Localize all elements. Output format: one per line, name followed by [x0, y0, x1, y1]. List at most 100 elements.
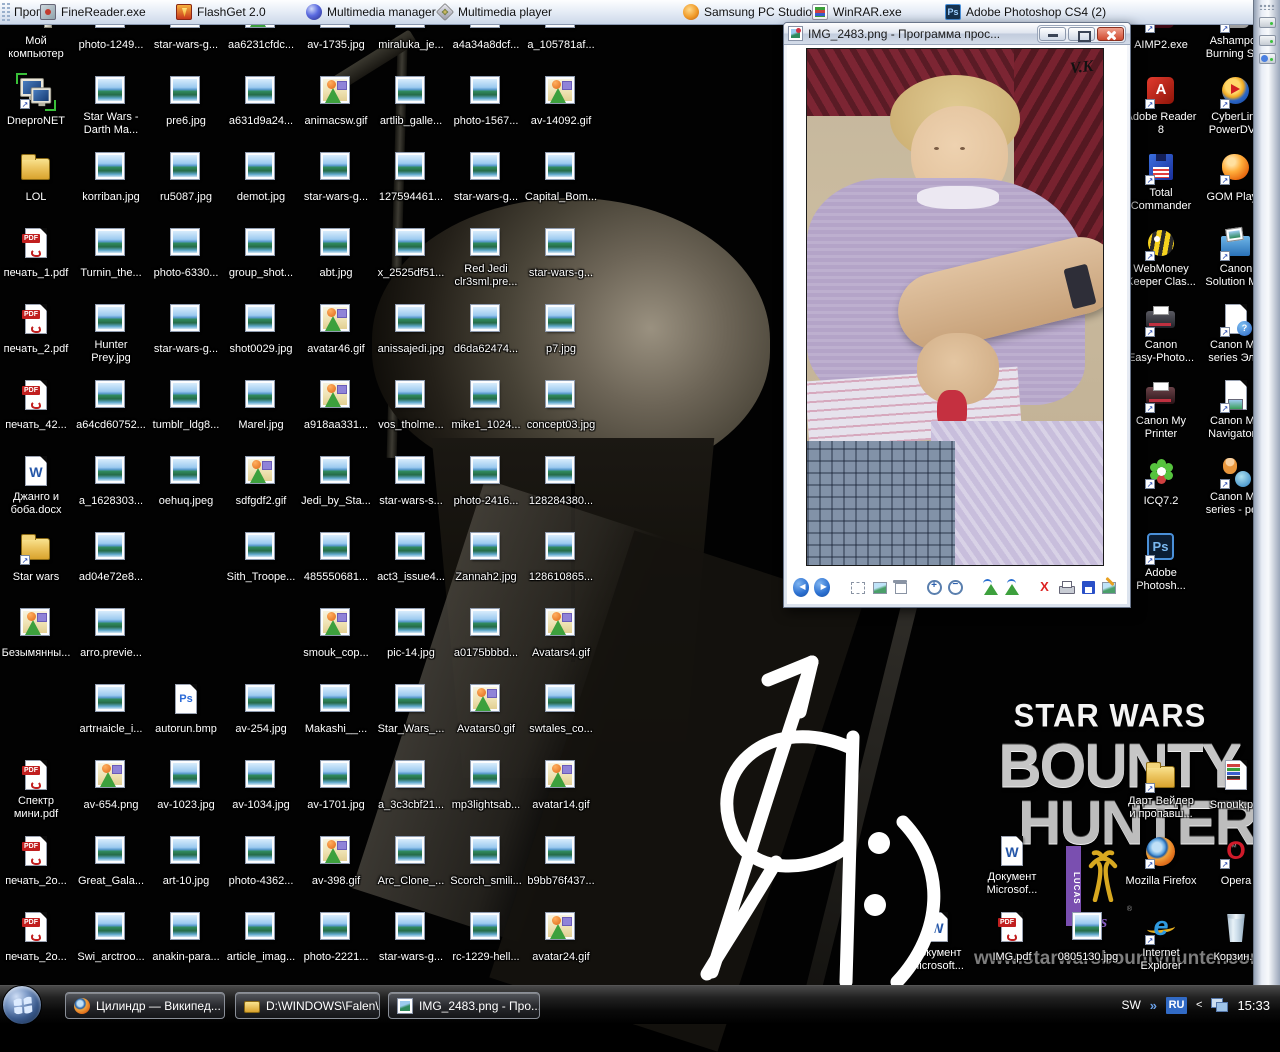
desktop-icon-label: korriban.jpg [82, 191, 139, 204]
canon-photo-icon [1143, 303, 1179, 337]
desktop-icon-jpg[interactable]: b9bb76f437... [516, 835, 606, 889]
maximize-button[interactable] [1068, 27, 1095, 41]
quicklaunch-winrar[interactable]: WinRAR.exe [812, 4, 902, 20]
actual-size-button[interactable] [870, 578, 886, 597]
hide-icons-arrow[interactable]: < [1196, 999, 1202, 1011]
desktop-icon-label: ICQ7.2 [1144, 495, 1179, 508]
quicklaunch-flashget[interactable]: FlashGet 2.0 [176, 4, 266, 20]
taskbar-task-firefox[interactable]: Цилиндр — Википед... [65, 992, 225, 1019]
quicklaunch-photoshop[interactable]: Adobe Photoshop CS4 (2) [945, 4, 1106, 20]
window-controls [1037, 25, 1126, 43]
desktop-icon-label: a_105781af... [527, 39, 594, 52]
taskbar-task-viewer[interactable]: IMG_2483.png - Про... [388, 992, 540, 1019]
opera-icon: O [1218, 835, 1254, 869]
dock-grip[interactable] [1259, 4, 1275, 10]
quicklaunch-mm-player[interactable]: Multimedia player [437, 4, 552, 20]
desktop-icon-jpg[interactable]: 128610865... [516, 531, 606, 585]
viewer-icon [397, 998, 413, 1014]
jpg-icon [93, 911, 129, 945]
print-button[interactable] [1057, 578, 1073, 597]
firefox-icon [74, 998, 90, 1014]
desktop-icon-label: swtales_co... [529, 723, 593, 736]
drive-doc-icon[interactable] [1259, 53, 1276, 64]
desktop-icon-label: Джанго и боба.docx [11, 491, 62, 517]
gif-icon [18, 607, 54, 641]
delete-button[interactable] [1036, 578, 1052, 597]
pdf-icon: PDF [994, 911, 1030, 945]
jpg-icon [393, 759, 429, 793]
desktop-icon-jpg[interactable]: arro.previe... [66, 607, 156, 661]
canon-printer-icon [1143, 379, 1179, 413]
start-button[interactable] [2, 985, 42, 1025]
desktop-icon-label: AIMP2.exe [1134, 39, 1188, 52]
minimize-button[interactable] [1039, 27, 1066, 41]
close-button[interactable] [1097, 27, 1124, 41]
next-image-button[interactable] [814, 578, 830, 597]
desktop-icon-label: Zannah2.jpg [455, 571, 516, 584]
gif-icon [468, 683, 504, 717]
quicklaunch-samsung[interactable]: Samsung PC Studio 3 [683, 4, 822, 20]
desktop-icon-label: Mozilla Firefox [1126, 875, 1197, 888]
desktop-icon-jpg[interactable]: Capital_Bom... [516, 151, 606, 205]
toolbar-grip[interactable] [7, 3, 10, 21]
desktop-icon-label: av-1701.jpg [307, 799, 365, 812]
language-indicator[interactable]: RU [1166, 997, 1187, 1014]
desktop-icon-label: Спектр мини.pdf [14, 795, 58, 821]
desktop-icon-jpg[interactable]: ad04e72e8... [66, 531, 156, 585]
desktop-icon-label: abt.jpg [319, 267, 352, 280]
jpg-icon [318, 227, 354, 261]
desktop-icon-label: 0805130.jpg [1058, 951, 1119, 964]
taskbar-clock[interactable]: 15:33 [1237, 998, 1270, 1013]
jpg-icon [93, 227, 129, 261]
quicklaunch-mm-manager[interactable]: Multimedia manager [306, 4, 436, 20]
gif-icon [93, 759, 129, 793]
desktop-icon-label: Корзин... [1214, 951, 1259, 964]
desktop-icon-label: star-wars-g... [379, 951, 443, 964]
desktop-icon-gif[interactable]: avatar14.gif [516, 759, 606, 813]
desktop-icon-jpg[interactable]: 128284380... [516, 455, 606, 509]
task-label: Цилиндр — Википед... [96, 999, 221, 1013]
best-fit-button[interactable] [848, 578, 864, 597]
tray-chevron[interactable]: » [1150, 998, 1157, 1013]
gif-icon [318, 75, 354, 109]
drive-icon[interactable] [1259, 17, 1276, 28]
edit-button[interactable] [1100, 578, 1116, 597]
desktop-icon-jpg[interactable]: star-wars-g... [516, 227, 606, 281]
gif-icon [543, 607, 579, 641]
desktop-icon-jpg[interactable]: p7.jpg [516, 303, 606, 357]
desktop-icon-gif[interactable]: avatar24.gif [516, 911, 606, 965]
desktop-icon-label: pre6.jpg [166, 115, 206, 128]
jpg-icon [168, 75, 204, 109]
quicklaunch-label: FlashGet 2.0 [197, 5, 266, 19]
jpg-icon [468, 607, 504, 641]
desktop-icon-gif[interactable]: Avatars4.gif [516, 607, 606, 661]
save-button[interactable] [1079, 578, 1095, 597]
desktop-icon-word[interactable]: WДокумент Microsof... [967, 835, 1057, 898]
pdf-icon: PDF [18, 227, 54, 261]
quicklaunch-label: WinRAR.exe [833, 5, 902, 19]
desktop-icon-label: Дарт Вейдер и пропавш... [1128, 795, 1194, 821]
desktop-icon-label: rc-1229-hell... [452, 951, 519, 964]
desktop-icon-label: Swi_arctroo... [77, 951, 144, 964]
zoom-out-button[interactable] [946, 578, 962, 597]
desktop-icon-jpg[interactable]: swtales_co... [516, 683, 606, 737]
desktop-icon-gif[interactable]: av-14092.gif [516, 75, 606, 129]
desktop-icon-label: Мой компьютер [8, 35, 63, 61]
previous-image-button[interactable] [793, 578, 809, 597]
taskbar-task-folder[interactable]: D:\WINDOWS\Falen\... [235, 992, 380, 1019]
tray-toolbar-label[interactable]: SW [1121, 998, 1140, 1012]
window-titlebar[interactable]: IMG_2483.png - Программа прос... [784, 23, 1130, 45]
slideshow-button[interactable] [891, 578, 907, 597]
network-tray-icon[interactable] [1211, 998, 1228, 1012]
jpg-icon [468, 835, 504, 869]
quicklaunch-finereader[interactable]: FineReader.exe [40, 4, 146, 20]
desktop-icon-label: p7.jpg [546, 343, 576, 356]
rotate-ccw-button[interactable] [981, 578, 997, 597]
desktop-icon-jpg[interactable]: concept03.jpg [516, 379, 606, 433]
toolbar-grip[interactable] [2, 3, 5, 21]
desktop-icon-label: group_shot... [229, 267, 293, 280]
drive-icon[interactable] [1259, 35, 1276, 46]
rotate-cw-button[interactable] [1002, 578, 1018, 597]
jpg-icon [168, 911, 204, 945]
zoom-in-button[interactable] [925, 578, 941, 597]
